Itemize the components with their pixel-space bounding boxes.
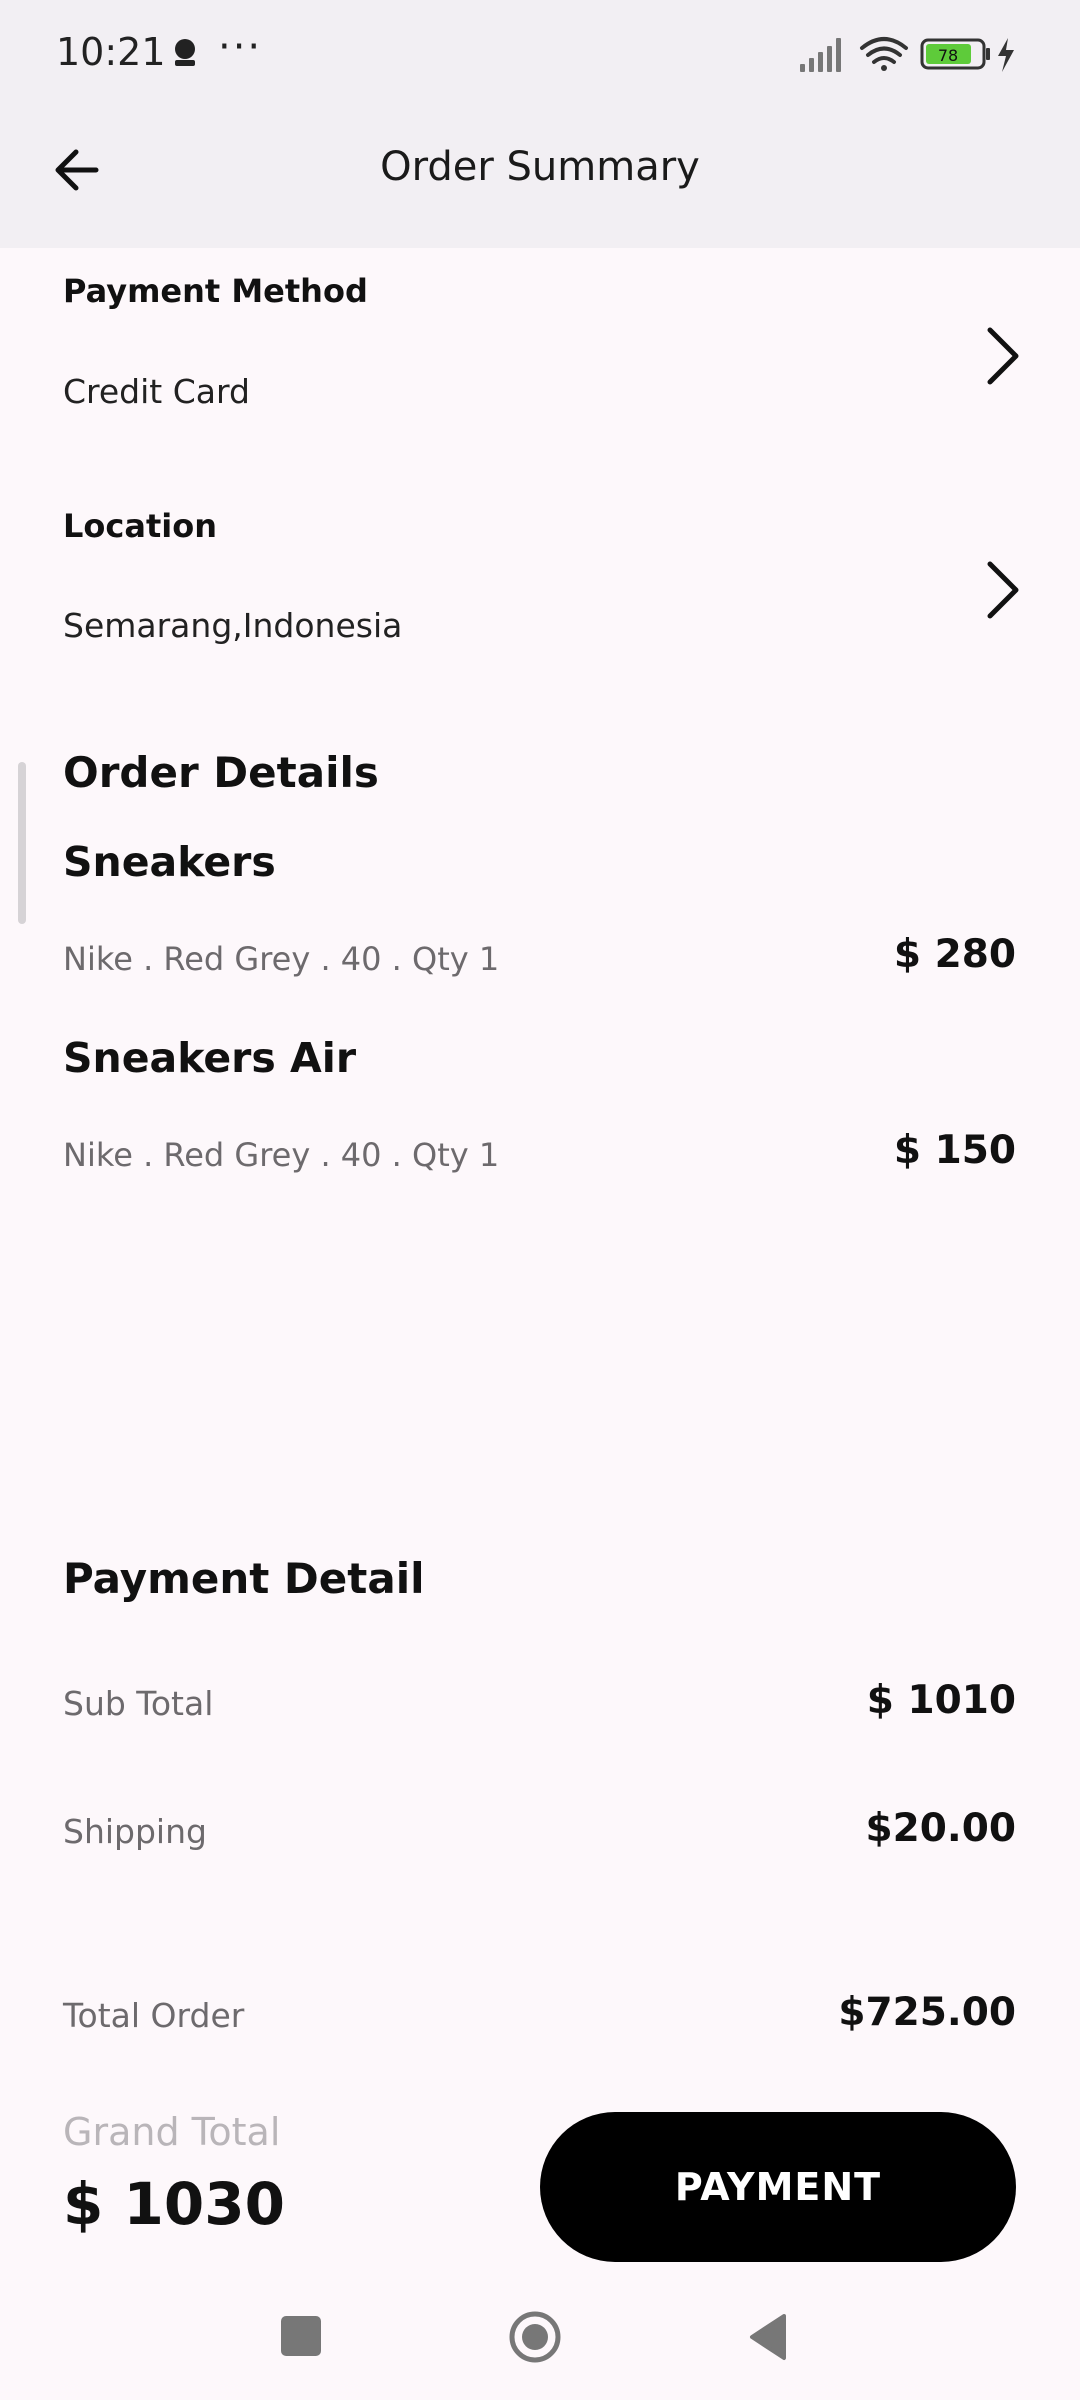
item-name: Sneakers	[63, 838, 276, 886]
item-meta: Nike . Red Grey . 40 . Qty 1	[63, 940, 500, 978]
payment-method-value: Credit Card	[63, 372, 250, 411]
scroll-indicator[interactable]	[18, 762, 26, 924]
notification-person-icon	[175, 39, 195, 66]
sub-total-label: Sub Total	[63, 1684, 214, 1723]
sub-total-value: $ 1010	[866, 1678, 1016, 1723]
recent-apps-icon[interactable]	[281, 2316, 321, 2356]
system-nav-bar	[0, 2270, 1080, 2400]
total-order-label: Total Order	[63, 1996, 245, 2035]
grand-total-value: $ 1030	[63, 2170, 285, 2238]
page-title: Order Summary	[380, 144, 700, 190]
charging-icon	[998, 38, 1014, 72]
item-name: Sneakers Air	[63, 1034, 357, 1082]
chevron-right-icon[interactable]	[980, 558, 1024, 622]
app-bar: Order Summary	[0, 110, 1080, 248]
battery-icon: 78	[920, 38, 990, 70]
status-icons: 78	[800, 37, 1014, 72]
location-value: Semarang,Indonesia	[63, 606, 403, 645]
order-details-title: Order Details	[63, 748, 379, 797]
shipping-label: Shipping	[63, 1812, 207, 1851]
signal-icon	[800, 38, 841, 72]
more-notifications-icon: ···	[218, 24, 263, 70]
payment-detail-title: Payment Detail	[63, 1554, 425, 1603]
location-label: Location	[63, 507, 217, 545]
item-price: $ 150	[893, 1128, 1016, 1173]
payment-button[interactable]: PAYMENT	[540, 2112, 1016, 2262]
total-order-value: $725.00	[838, 1990, 1016, 2035]
payment-method-label: Payment Method	[63, 272, 368, 310]
chevron-right-icon[interactable]	[980, 324, 1024, 388]
grand-total-label: Grand Total	[63, 2110, 281, 2154]
status-bar: 10:21 ··· 78	[0, 0, 1080, 110]
wifi-icon	[860, 37, 908, 71]
battery-level: 78	[938, 46, 958, 65]
shipping-value: $20.00	[865, 1806, 1017, 1851]
status-time: 10:21	[56, 30, 166, 74]
item-meta: Nike . Red Grey . 40 . Qty 1	[63, 1136, 500, 1174]
back-triangle-icon[interactable]	[746, 2312, 788, 2362]
home-icon[interactable]	[508, 2310, 562, 2364]
item-price: $ 280	[893, 932, 1016, 977]
